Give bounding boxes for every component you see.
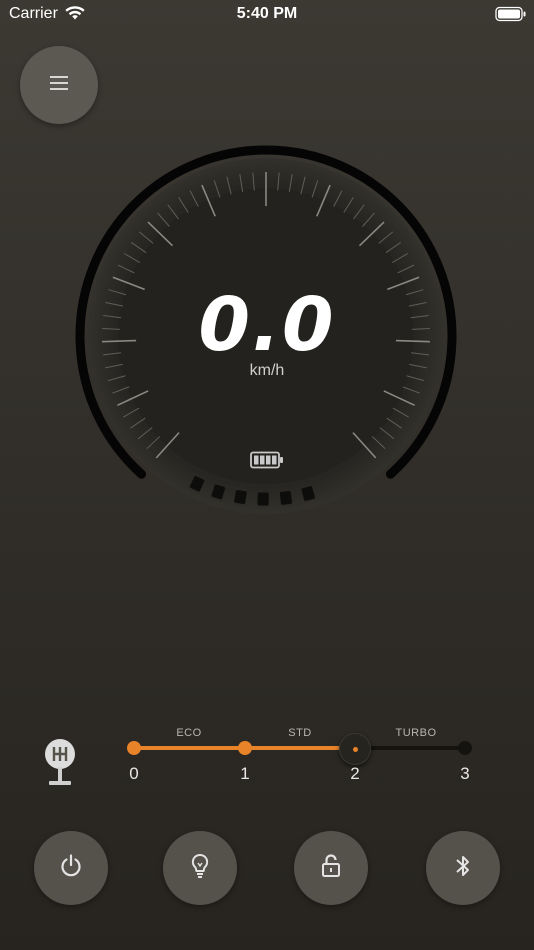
level-label-3: 3	[460, 764, 470, 783]
mode-label-std: STD	[288, 727, 312, 739]
slider-stop-0[interactable]	[127, 741, 141, 755]
slider-stop-3[interactable]	[458, 741, 472, 755]
mode-label-turbo: TURBO	[395, 727, 437, 739]
lightbulb-icon	[188, 852, 212, 885]
gauge-segment	[278, 489, 293, 506]
gauge-segment	[233, 488, 248, 506]
speed-unit: km/h	[249, 362, 285, 379]
slider-thumb-dot	[352, 746, 358, 752]
lock-button[interactable]	[294, 831, 368, 905]
battery-icon	[250, 451, 284, 474]
slider-thumb[interactable]	[339, 733, 371, 765]
mode-label-eco: ECO	[176, 727, 202, 739]
power-icon	[57, 852, 85, 885]
gear-shifter-icon	[42, 738, 78, 793]
level-label-0: 0	[129, 764, 139, 783]
bluetooth-button[interactable]	[426, 831, 500, 905]
light-button[interactable]	[163, 831, 237, 905]
bluetooth-icon	[453, 852, 473, 885]
gauge-segment	[256, 491, 270, 507]
level-label-2: 2	[350, 764, 360, 783]
unlock-icon	[319, 852, 343, 885]
slider-stop-1[interactable]	[238, 741, 252, 755]
power-button[interactable]	[34, 831, 108, 905]
level-label-1: 1	[240, 764, 250, 783]
speed-value: 0.0	[198, 282, 336, 368]
